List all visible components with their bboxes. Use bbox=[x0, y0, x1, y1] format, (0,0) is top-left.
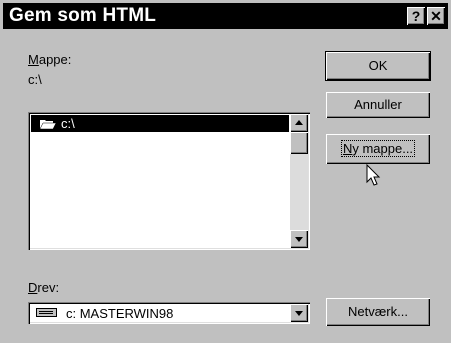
drive-label: Drev: bbox=[28, 280, 60, 295]
current-folder-path: c:\ bbox=[28, 72, 42, 87]
scroll-thumb[interactable] bbox=[290, 132, 308, 154]
scroll-down-button[interactable] bbox=[290, 230, 308, 248]
drive-select-value: c: MASTERWIN98 bbox=[66, 306, 174, 321]
drive-select[interactable]: c: MASTERWIN98 bbox=[28, 302, 310, 324]
open-folder-icon bbox=[39, 120, 57, 130]
arrow-down-icon bbox=[295, 237, 303, 242]
title-bar[interactable]: Gem som HTML ? ✕ bbox=[3, 3, 448, 29]
cancel-button[interactable]: Annuller bbox=[326, 92, 430, 118]
window-title: Gem som HTML bbox=[9, 5, 157, 26]
folder-list[interactable]: c:\ bbox=[28, 112, 310, 250]
new-folder-button[interactable]: Ny mappe... bbox=[326, 134, 430, 164]
folder-label: Mappe: bbox=[28, 52, 72, 67]
close-button[interactable]: ✕ bbox=[427, 7, 445, 25]
help-button[interactable]: ? bbox=[407, 7, 425, 25]
list-item[interactable]: c:\ bbox=[31, 115, 289, 132]
vertical-scrollbar[interactable] bbox=[290, 114, 308, 248]
new-folder-label: Ny mappe... bbox=[340, 140, 416, 157]
arrow-up-icon bbox=[295, 120, 303, 125]
drive-dropdown-button[interactable] bbox=[290, 304, 308, 322]
list-item-label: c:\ bbox=[61, 116, 75, 131]
scroll-up-button[interactable] bbox=[290, 114, 308, 132]
ok-button[interactable]: OK bbox=[326, 52, 430, 80]
chevron-down-icon bbox=[295, 311, 303, 316]
hard-drive-icon bbox=[36, 308, 57, 317]
network-button[interactable]: Netværk... bbox=[326, 298, 430, 326]
mouse-cursor-icon bbox=[366, 164, 381, 186]
